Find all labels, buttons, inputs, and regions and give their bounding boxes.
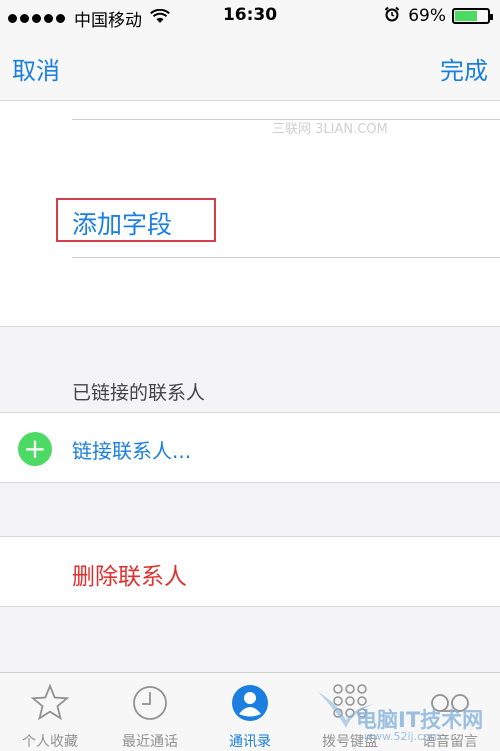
linked-contacts-header: 已链接的联系人 — [72, 382, 206, 404]
alarm-icon — [384, 6, 400, 26]
tab-label: 通讯录 — [229, 734, 271, 750]
fields-section: 三联网 3LIAN.COM 添加字段 — [0, 101, 500, 327]
link-contact-button[interactable]: 链接联系人... — [72, 435, 191, 464]
battery-level — [455, 11, 478, 21]
contacts-icon — [230, 683, 270, 723]
cancel-button[interactable]: 取消 — [12, 51, 60, 86]
watermark-url: www.52ij.com — [364, 730, 441, 743]
status-right: 69% — [384, 6, 493, 26]
status-bar: 中国移动 16:30 69% — [0, 0, 500, 34]
delete-contact-button[interactable]: 删除联系人 — [72, 557, 187, 591]
add-field-button[interactable]: 添加字段 — [72, 205, 172, 241]
divider — [72, 257, 500, 258]
link-contact-row[interactable]: + 链接联系人... — [0, 412, 500, 483]
tab-favorites[interactable]: 个人收藏 — [0, 673, 100, 751]
tab-contacts[interactable]: 通讯录 — [200, 673, 300, 751]
battery-icon — [452, 8, 493, 24]
star-icon — [30, 683, 70, 723]
nav-bar: 取消 完成 — [0, 34, 500, 101]
tab-label: 个人收藏 — [22, 734, 78, 750]
done-button[interactable]: 完成 — [440, 51, 488, 86]
delete-contact-row[interactable]: 删除联系人 — [0, 536, 500, 607]
clock-icon — [130, 683, 170, 723]
tab-label: 最近通话 — [122, 734, 178, 750]
watermark-text: 三联网 3LIAN.COM — [272, 122, 388, 137]
tab-recents[interactable]: 最近通话 — [100, 673, 200, 751]
watermark-logo: 电脑IT技术网 www.52ij.com — [316, 692, 496, 744]
battery-percent: 69% — [408, 6, 446, 26]
add-circle-icon[interactable]: + — [18, 432, 52, 466]
